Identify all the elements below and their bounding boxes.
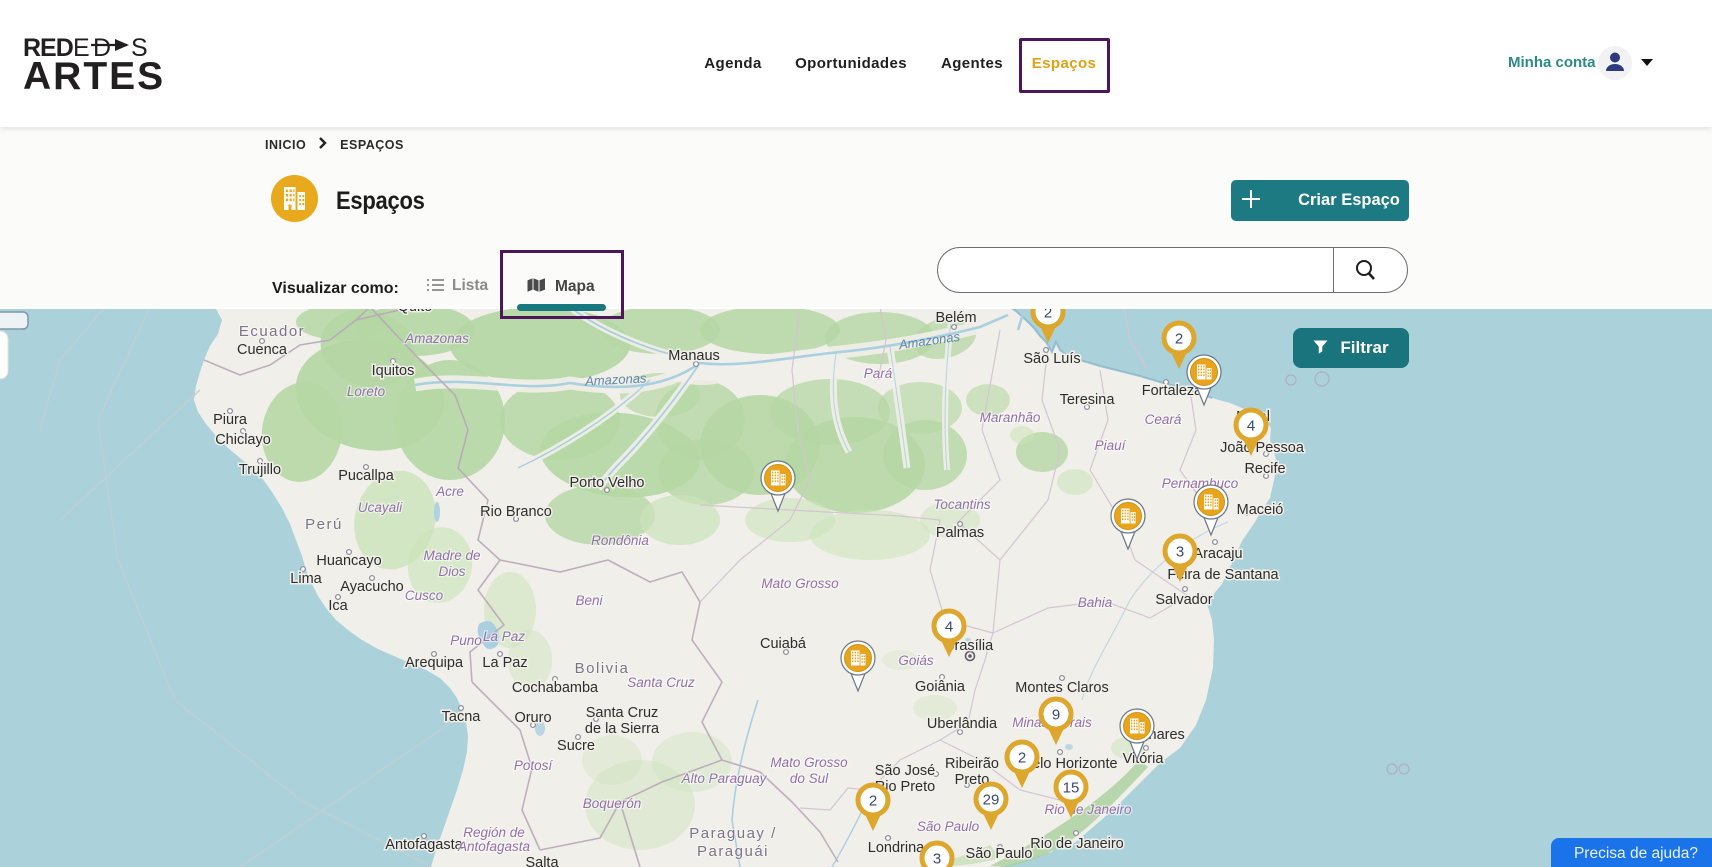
svg-text:Chiclayo: Chiclayo: [215, 432, 271, 448]
svg-text:3: 3: [1176, 544, 1184, 561]
svg-text:15: 15: [1063, 780, 1080, 797]
svg-text:Antofagasta: Antofagasta: [457, 839, 531, 854]
svg-text:Ayacucho: Ayacucho: [340, 579, 403, 595]
svg-text:4: 4: [945, 619, 953, 636]
svg-text:Ica: Ica: [328, 598, 348, 614]
svg-text:Mato Grosso: Mato Grosso: [761, 576, 839, 591]
svg-text:Huancayo: Huancayo: [316, 553, 381, 569]
svg-text:Bolivia: Bolivia: [575, 660, 630, 677]
svg-text:São Paulo: São Paulo: [966, 846, 1033, 862]
svg-text:29: 29: [983, 792, 1000, 809]
svg-text:La Paz: La Paz: [483, 629, 525, 644]
svg-text:Acre: Acre: [435, 484, 464, 499]
svg-text:Madre de: Madre de: [423, 548, 480, 563]
svg-text:Vitória: Vitória: [1123, 751, 1165, 767]
svg-text:Salvador: Salvador: [1155, 592, 1212, 608]
svg-text:Bahia: Bahia: [1078, 595, 1113, 610]
svg-text:3: 3: [933, 851, 941, 867]
svg-text:9: 9: [1052, 707, 1060, 724]
svg-text:Antofagasta: Antofagasta: [385, 837, 463, 853]
svg-text:Región de: Región de: [463, 825, 525, 840]
svg-text:Mato Grosso: Mato Grosso: [770, 755, 848, 770]
svg-text:Maranhão: Maranhão: [980, 410, 1041, 425]
svg-text:João Pessoa: João Pessoa: [1220, 440, 1305, 456]
svg-text:Sucre: Sucre: [557, 738, 595, 754]
svg-text:Ecuador: Ecuador: [239, 323, 305, 340]
svg-text:Ribeirão: Ribeirão: [945, 756, 999, 772]
svg-text:Recife: Recife: [1244, 461, 1285, 477]
svg-text:Cuiabá: Cuiabá: [760, 636, 807, 652]
svg-text:Pucallpa: Pucallpa: [338, 468, 395, 484]
svg-text:Uberlândia: Uberlândia: [927, 716, 998, 732]
svg-text:Paraguay /: Paraguay /: [689, 825, 777, 842]
svg-text:Rio de Janeiro: Rio de Janeiro: [1030, 836, 1124, 852]
svg-text:São Luís: São Luís: [1023, 351, 1080, 367]
svg-text:Potosí: Potosí: [514, 758, 554, 773]
svg-text:Santa Cruz: Santa Cruz: [627, 675, 695, 690]
svg-text:ARTES: ARTES: [23, 55, 165, 95]
svg-text:2: 2: [1044, 309, 1052, 322]
svg-text:Santa Cruz: Santa Cruz: [586, 705, 659, 721]
svg-text:Teresina: Teresina: [1060, 392, 1116, 408]
svg-text:Goiás: Goiás: [898, 653, 934, 668]
svg-text:Cuenca: Cuenca: [237, 342, 288, 358]
svg-text:Goiânia: Goiânia: [915, 679, 966, 695]
svg-text:Palmas: Palmas: [936, 525, 984, 541]
svg-text:Dios: Dios: [438, 564, 465, 579]
svg-text:Trujillo: Trujillo: [239, 462, 281, 478]
svg-text:de la Sierra: de la Sierra: [585, 721, 660, 737]
svg-text:Porto Velho: Porto Velho: [570, 475, 645, 491]
svg-text:4: 4: [1247, 418, 1255, 435]
svg-text:Cusco: Cusco: [405, 588, 444, 603]
svg-text:São Paulo: São Paulo: [917, 819, 980, 834]
svg-text:Arequipa: Arequipa: [405, 655, 464, 671]
svg-text:Quito: Quito: [398, 309, 433, 315]
svg-text:Alto Paraguay: Alto Paraguay: [681, 771, 768, 786]
svg-text:Manaus: Manaus: [668, 348, 720, 364]
svg-text:2: 2: [1018, 750, 1026, 767]
svg-text:Amazonas: Amazonas: [404, 331, 469, 346]
svg-text:Tocantins: Tocantins: [933, 497, 991, 512]
svg-text:Piura: Piura: [213, 412, 248, 428]
svg-text:Lima: Lima: [290, 571, 322, 587]
svg-text:do Sul: do Sul: [790, 771, 829, 786]
svg-text:Perú: Perú: [305, 516, 343, 533]
svg-text:2: 2: [1175, 331, 1183, 348]
svg-text:Pará: Pará: [864, 366, 893, 381]
svg-text:Ceará: Ceará: [1145, 412, 1182, 427]
svg-text:Rondônia: Rondônia: [591, 533, 649, 548]
svg-text:Oruro: Oruro: [514, 710, 551, 726]
svg-text:Rio de Janeiro: Rio de Janeiro: [1044, 802, 1132, 817]
svg-text:Loreto: Loreto: [347, 384, 386, 399]
svg-text:Rio Branco: Rio Branco: [480, 504, 552, 520]
svg-text:Iquitos: Iquitos: [372, 363, 415, 379]
svg-text:2: 2: [869, 793, 877, 810]
svg-text:Ucayali: Ucayali: [358, 500, 403, 515]
svg-text:Londrina: Londrina: [868, 840, 925, 856]
svg-text:Puno: Puno: [450, 633, 482, 648]
svg-text:Paraguái: Paraguái: [697, 843, 769, 860]
svg-text:Cochabamba: Cochabamba: [512, 680, 599, 696]
svg-text:Salta: Salta: [525, 855, 559, 867]
svg-text:São José: São José: [875, 763, 935, 779]
svg-text:Belém: Belém: [935, 310, 976, 326]
svg-text:Aracaju: Aracaju: [1193, 546, 1242, 562]
svg-text:Beni: Beni: [575, 593, 603, 608]
svg-text:Piauí: Piauí: [1095, 438, 1127, 453]
svg-text:Tacna: Tacna: [442, 709, 482, 725]
svg-text:Maceió: Maceió: [1237, 502, 1284, 518]
svg-text:La Paz: La Paz: [482, 655, 527, 671]
svg-text:Boquerón: Boquerón: [583, 796, 642, 811]
svg-text:Montes Claros: Montes Claros: [1015, 680, 1108, 696]
